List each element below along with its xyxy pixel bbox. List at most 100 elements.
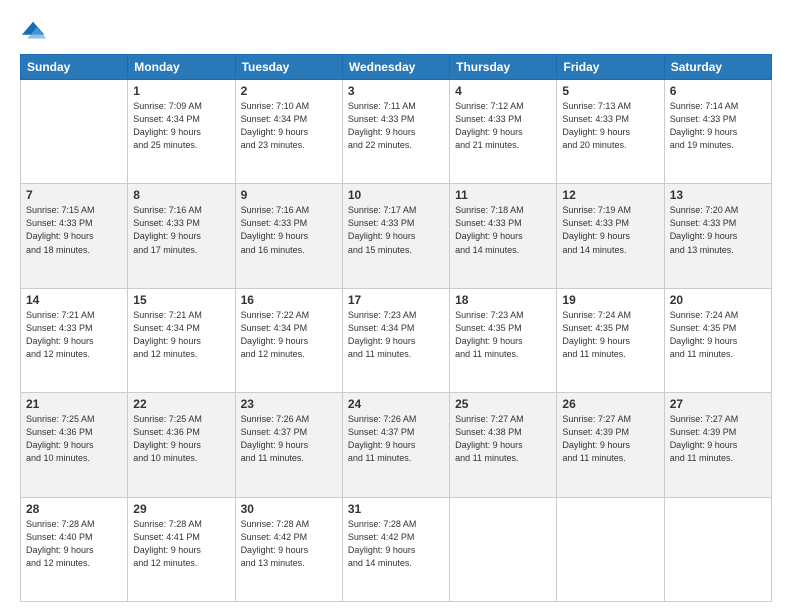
- calendar-week-row: 28 Sunrise: 7:28 AM Sunset: 4:40 PM Dayli…: [21, 497, 772, 601]
- day-number: 31: [348, 502, 444, 516]
- calendar-cell: 8Sunrise: 7:16 AM Sunset: 4:33 PM Daylig…: [128, 184, 235, 288]
- day-info: Sunrise: 7:24 AM Sunset: 4:35 PM Dayligh…: [670, 309, 766, 361]
- logo-icon: [20, 18, 48, 46]
- day-number: 16: [241, 293, 337, 307]
- day-number: 27: [670, 397, 766, 411]
- day-info: Sunrise: 7:27 AM Sunset: 4:38 PM Dayligh…: [455, 413, 551, 465]
- calendar-day-header: Thursday: [450, 55, 557, 80]
- calendar-header-row: SundayMondayTuesdayWednesdayThursdayFrid…: [21, 55, 772, 80]
- calendar-week-row: 21Sunrise: 7:25 AM Sunset: 4:36 PM Dayli…: [21, 393, 772, 497]
- calendar-cell: 13 Sunrise: 7:20 AM Sunset: 4:33 PM Dayli…: [664, 184, 771, 288]
- day-number: 8: [133, 188, 229, 202]
- day-info: Sunrise: 7:24 AM Sunset: 4:35 PM Dayligh…: [562, 309, 658, 361]
- calendar-week-row: 7 Sunrise: 7:15 AM Sunset: 4:33 PM Daylig…: [21, 184, 772, 288]
- day-info: Sunrise: 7:17 AM Sunset: 4:33 PM Dayligh…: [348, 204, 444, 256]
- calendar-cell: [21, 80, 128, 184]
- day-number: 12: [562, 188, 658, 202]
- day-number: 28: [26, 502, 122, 516]
- day-number: 19: [562, 293, 658, 307]
- calendar-day-header: Saturday: [664, 55, 771, 80]
- calendar-cell: 4 Sunrise: 7:12 AM Sunset: 4:33 PM Daylig…: [450, 80, 557, 184]
- calendar-day-header: Wednesday: [342, 55, 449, 80]
- calendar-cell: 19 Sunrise: 7:24 AM Sunset: 4:35 PM Dayli…: [557, 288, 664, 392]
- calendar-cell: [450, 497, 557, 601]
- calendar-cell: 30 Sunrise: 7:28 AM Sunset: 4:42 PM Dayli…: [235, 497, 342, 601]
- day-info: Sunrise: 7:18 AM Sunset: 4:33 PM Dayligh…: [455, 204, 551, 256]
- day-info: Sunrise: 7:11 AM Sunset: 4:33 PM Dayligh…: [348, 100, 444, 152]
- day-info: Sunrise: 7:28 AM Sunset: 4:40 PM Dayligh…: [26, 518, 122, 570]
- page: SundayMondayTuesdayWednesdayThursdayFrid…: [0, 0, 792, 612]
- calendar-cell: 17 Sunrise: 7:23 AM Sunset: 4:34 PM Dayli…: [342, 288, 449, 392]
- day-number: 14: [26, 293, 122, 307]
- day-number: 18: [455, 293, 551, 307]
- calendar-cell: 29 Sunrise: 7:28 AM Sunset: 4:41 PM Dayli…: [128, 497, 235, 601]
- day-info: Sunrise: 7:25 AM Sunset: 4:36 PM Dayligh…: [133, 413, 229, 465]
- day-info: Sunrise: 7:20 AM Sunset: 4:33 PM Dayligh…: [670, 204, 766, 256]
- day-info: Sunrise: 7:26 AM Sunset: 4:37 PM Dayligh…: [241, 413, 337, 465]
- calendar-cell: 3Sunrise: 7:11 AM Sunset: 4:33 PM Daylig…: [342, 80, 449, 184]
- calendar-cell: 31 Sunrise: 7:28 AM Sunset: 4:42 PM Dayli…: [342, 497, 449, 601]
- calendar-cell: 18 Sunrise: 7:23 AM Sunset: 4:35 PM Dayli…: [450, 288, 557, 392]
- calendar-cell: 25 Sunrise: 7:27 AM Sunset: 4:38 PM Dayli…: [450, 393, 557, 497]
- day-info: Sunrise: 7:09 AM Sunset: 4:34 PM Dayligh…: [133, 100, 229, 152]
- calendar-cell: 28 Sunrise: 7:28 AM Sunset: 4:40 PM Dayli…: [21, 497, 128, 601]
- calendar-cell: 12 Sunrise: 7:19 AM Sunset: 4:33 PM Dayli…: [557, 184, 664, 288]
- day-info: Sunrise: 7:25 AM Sunset: 4:36 PM Dayligh…: [26, 413, 122, 465]
- day-number: 17: [348, 293, 444, 307]
- day-number: 6: [670, 84, 766, 98]
- day-number: 15: [133, 293, 229, 307]
- day-info: Sunrise: 7:15 AM Sunset: 4:33 PM Dayligh…: [26, 204, 122, 256]
- day-number: 20: [670, 293, 766, 307]
- header: [20, 18, 772, 46]
- day-number: 5: [562, 84, 658, 98]
- day-number: 9: [241, 188, 337, 202]
- day-info: Sunrise: 7:22 AM Sunset: 4:34 PM Dayligh…: [241, 309, 337, 361]
- day-info: Sunrise: 7:27 AM Sunset: 4:39 PM Dayligh…: [670, 413, 766, 465]
- day-info: Sunrise: 7:10 AM Sunset: 4:34 PM Dayligh…: [241, 100, 337, 152]
- calendar-day-header: Sunday: [21, 55, 128, 80]
- calendar-cell: 20 Sunrise: 7:24 AM Sunset: 4:35 PM Dayli…: [664, 288, 771, 392]
- calendar-day-header: Monday: [128, 55, 235, 80]
- calendar-cell: 21Sunrise: 7:25 AM Sunset: 4:36 PM Dayli…: [21, 393, 128, 497]
- calendar-day-header: Friday: [557, 55, 664, 80]
- day-number: 23: [241, 397, 337, 411]
- calendar-cell: 15 Sunrise: 7:21 AM Sunset: 4:34 PM Dayli…: [128, 288, 235, 392]
- day-number: 26: [562, 397, 658, 411]
- logo: [20, 18, 52, 46]
- day-info: Sunrise: 7:28 AM Sunset: 4:42 PM Dayligh…: [348, 518, 444, 570]
- day-info: Sunrise: 7:28 AM Sunset: 4:41 PM Dayligh…: [133, 518, 229, 570]
- day-number: 22: [133, 397, 229, 411]
- calendar-cell: 1Sunrise: 7:09 AM Sunset: 4:34 PM Daylig…: [128, 80, 235, 184]
- day-number: 7: [26, 188, 122, 202]
- calendar-cell: 27 Sunrise: 7:27 AM Sunset: 4:39 PM Dayli…: [664, 393, 771, 497]
- day-info: Sunrise: 7:16 AM Sunset: 4:33 PM Dayligh…: [241, 204, 337, 256]
- calendar-cell: 16 Sunrise: 7:22 AM Sunset: 4:34 PM Dayli…: [235, 288, 342, 392]
- calendar-cell: 9 Sunrise: 7:16 AM Sunset: 4:33 PM Daylig…: [235, 184, 342, 288]
- calendar-day-header: Tuesday: [235, 55, 342, 80]
- day-number: 30: [241, 502, 337, 516]
- day-number: 29: [133, 502, 229, 516]
- day-info: Sunrise: 7:14 AM Sunset: 4:33 PM Dayligh…: [670, 100, 766, 152]
- day-number: 13: [670, 188, 766, 202]
- calendar-cell: 26Sunrise: 7:27 AM Sunset: 4:39 PM Dayli…: [557, 393, 664, 497]
- calendar-cell: 11Sunrise: 7:18 AM Sunset: 4:33 PM Dayli…: [450, 184, 557, 288]
- calendar-cell: 7 Sunrise: 7:15 AM Sunset: 4:33 PM Daylig…: [21, 184, 128, 288]
- calendar-week-row: 1Sunrise: 7:09 AM Sunset: 4:34 PM Daylig…: [21, 80, 772, 184]
- calendar-cell: [664, 497, 771, 601]
- day-info: Sunrise: 7:23 AM Sunset: 4:35 PM Dayligh…: [455, 309, 551, 361]
- day-number: 25: [455, 397, 551, 411]
- day-info: Sunrise: 7:28 AM Sunset: 4:42 PM Dayligh…: [241, 518, 337, 570]
- calendar: SundayMondayTuesdayWednesdayThursdayFrid…: [20, 54, 772, 602]
- day-info: Sunrise: 7:12 AM Sunset: 4:33 PM Dayligh…: [455, 100, 551, 152]
- day-info: Sunrise: 7:21 AM Sunset: 4:34 PM Dayligh…: [133, 309, 229, 361]
- calendar-cell: 14Sunrise: 7:21 AM Sunset: 4:33 PM Dayli…: [21, 288, 128, 392]
- day-info: Sunrise: 7:19 AM Sunset: 4:33 PM Dayligh…: [562, 204, 658, 256]
- calendar-cell: [557, 497, 664, 601]
- calendar-cell: 6 Sunrise: 7:14 AM Sunset: 4:33 PM Daylig…: [664, 80, 771, 184]
- day-number: 4: [455, 84, 551, 98]
- calendar-cell: 24Sunrise: 7:26 AM Sunset: 4:37 PM Dayli…: [342, 393, 449, 497]
- day-number: 24: [348, 397, 444, 411]
- day-info: Sunrise: 7:23 AM Sunset: 4:34 PM Dayligh…: [348, 309, 444, 361]
- day-number: 10: [348, 188, 444, 202]
- calendar-week-row: 14Sunrise: 7:21 AM Sunset: 4:33 PM Dayli…: [21, 288, 772, 392]
